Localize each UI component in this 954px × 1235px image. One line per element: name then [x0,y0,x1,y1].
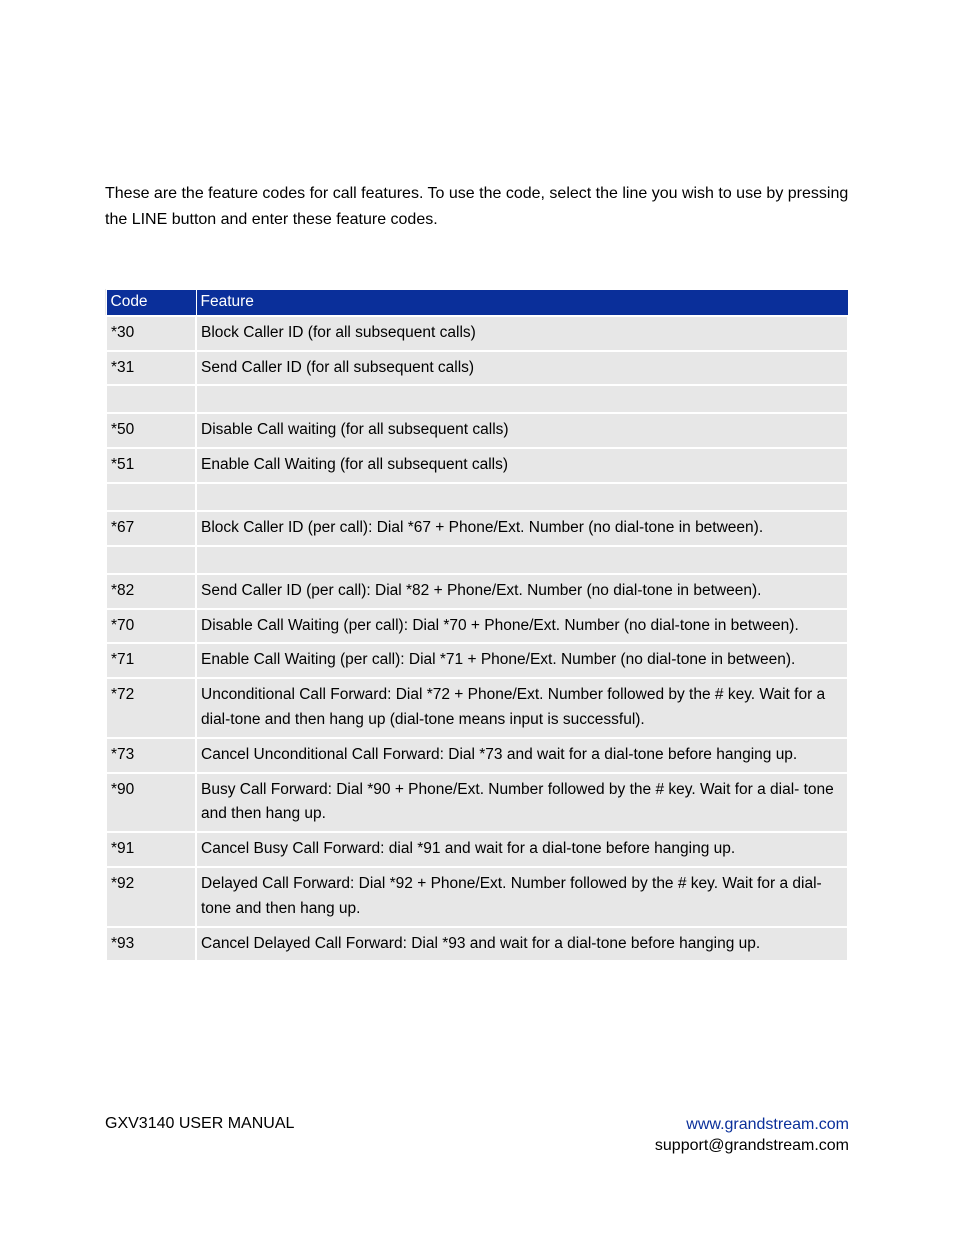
table-row: *73Cancel Unconditional Call Forward: Di… [106,738,848,773]
code-cell: *31 [106,351,196,386]
table-row: *70Disable Call Waiting (per call): Dial… [106,609,848,644]
feature-cell: Block Caller ID (per call): Dial *67 + P… [196,511,848,546]
table-header-row: Code Feature [106,289,848,316]
code-cell: *70 [106,609,196,644]
footer-contact: www.grandstream.com support@grandstream.… [655,1115,849,1157]
feature-codes-table: Code Feature *30Block Caller ID (for all… [105,289,849,963]
code-cell: *82 [106,574,196,609]
table-row: *51Enable Call Waiting (for all subseque… [106,448,848,483]
document-page: These are the feature codes for call fea… [0,0,954,1235]
code-cell: *51 [106,448,196,483]
feature-cell: Block Caller ID (for all subsequent call… [196,316,848,351]
feature-cell: Busy Call Forward: Dial *90 + Phone/Ext.… [196,773,848,833]
feature-cell: Cancel Busy Call Forward: dial *91 and w… [196,832,848,867]
table-row: *92Delayed Call Forward: Dial *92 + Phon… [106,867,848,927]
code-cell: *72 [106,678,196,738]
feature-cell: Enable Call Waiting (per call): Dial *71… [196,643,848,678]
code-cell: *71 [106,643,196,678]
table-row: *91Cancel Busy Call Forward: dial *91 an… [106,832,848,867]
feature-cell: Unconditional Call Forward: Dial *72 + P… [196,678,848,738]
spacer-row [106,483,848,511]
code-cell: *93 [106,927,196,962]
code-cell: *50 [106,413,196,448]
feature-cell: Enable Call Waiting (for all subsequent … [196,448,848,483]
table-row: *72Unconditional Call Forward: Dial *72 … [106,678,848,738]
footer-email: support@grandstream.com [655,1137,849,1154]
feature-cell: Disable Call Waiting (per call): Dial *7… [196,609,848,644]
page-footer: GXV3140 USER MANUAL www.grandstream.com … [105,1115,849,1157]
feature-cell: Delayed Call Forward: Dial *92 + Phone/E… [196,867,848,927]
code-cell: *90 [106,773,196,833]
table-row: *71Enable Call Waiting (per call): Dial … [106,643,848,678]
spacer-row [106,546,848,574]
feature-cell: Cancel Unconditional Call Forward: Dial … [196,738,848,773]
code-cell: *92 [106,867,196,927]
code-cell: *67 [106,511,196,546]
footer-url-link[interactable]: www.grandstream.com [686,1116,849,1133]
header-code: Code [106,289,196,316]
code-cell: *91 [106,832,196,867]
table-row: *93Cancel Delayed Call Forward: Dial *93… [106,927,848,962]
intro-paragraph: These are the feature codes for call fea… [105,181,849,234]
table-row: *90Busy Call Forward: Dial *90 + Phone/E… [106,773,848,833]
feature-cell: Disable Call waiting (for all subsequent… [196,413,848,448]
spacer-row [106,385,848,413]
table-row: *82Send Caller ID (per call): Dial *82 +… [106,574,848,609]
feature-cell: Cancel Delayed Call Forward: Dial *93 an… [196,927,848,962]
table-row: *67Block Caller ID (per call): Dial *67 … [106,511,848,546]
table-row: *30Block Caller ID (for all subsequent c… [106,316,848,351]
header-feature: Feature [196,289,848,316]
table-row: *31Send Caller ID (for all subsequent ca… [106,351,848,386]
table-row: *50Disable Call waiting (for all subsequ… [106,413,848,448]
code-cell: *73 [106,738,196,773]
code-cell: *30 [106,316,196,351]
footer-manual-title: GXV3140 USER MANUAL [105,1115,294,1133]
feature-cell: Send Caller ID (per call): Dial *82 + Ph… [196,574,848,609]
feature-cell: Send Caller ID (for all subsequent calls… [196,351,848,386]
